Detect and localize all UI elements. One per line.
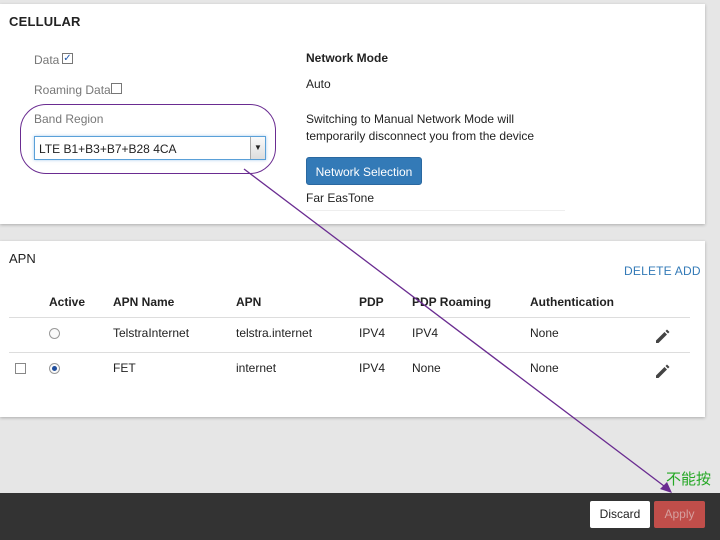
cell-pdp-roaming: IPV4 [412, 326, 439, 340]
column-header-authentication: Authentication [530, 295, 614, 309]
cell-pdp: IPV4 [359, 361, 386, 375]
cell-pdp-roaming: None [412, 361, 441, 375]
switch-note-line1: Switching to Manual Network Mode will [306, 112, 515, 126]
active-radio[interactable] [49, 363, 60, 374]
cell-authentication: None [530, 326, 559, 340]
cellular-title: CELLULAR [9, 14, 81, 29]
apn-title: APN [9, 251, 36, 266]
add-link[interactable]: ADD [675, 264, 701, 278]
data-label: Data [34, 53, 60, 67]
data-checkbox[interactable]: ✓ [62, 53, 73, 64]
cell-apn: internet [236, 361, 277, 375]
cell-apn: telstra.internet [236, 326, 313, 340]
roaming-data-checkbox[interactable] [111, 83, 122, 94]
roaming-data-label: Roaming Data [34, 83, 111, 97]
checkmark-icon: ✓ [63, 53, 72, 64]
column-header-pdp: PDP [359, 295, 384, 309]
operator-divider [306, 210, 565, 211]
apn-actions: DELETE ADD [624, 264, 701, 278]
annotation-oval [20, 104, 276, 174]
column-header-active: Active [49, 295, 86, 309]
pencil-icon[interactable] [654, 362, 672, 380]
apply-button[interactable]: Apply [654, 501, 705, 528]
column-header-pdp-roaming: PDP Roaming [412, 295, 492, 309]
switch-note-line2: temporarily disconnect you from the devi… [306, 129, 535, 143]
cell-pdp: IPV4 [359, 326, 386, 340]
annotation-note: 不能按 [666, 471, 712, 488]
cell-apn-name: TelstraInternet [113, 326, 190, 340]
pencil-icon[interactable] [654, 327, 672, 345]
operator-name: Far EasTone [306, 191, 375, 205]
cell-apn-name: FET [113, 361, 136, 375]
network-mode-title: Network Mode [306, 51, 389, 65]
footer-bar: Discard Apply [0, 493, 720, 540]
apn-card: APN DELETE ADD Active APN Name APN PDP P… [0, 241, 705, 417]
network-selection-button[interactable]: Network Selection [306, 157, 422, 185]
cell-authentication: None [530, 361, 559, 375]
discard-button[interactable]: Discard [590, 501, 650, 528]
table-row-divider [9, 352, 690, 353]
network-mode-value: Auto [306, 77, 331, 91]
active-radio[interactable] [49, 328, 60, 339]
row-select-checkbox[interactable] [15, 363, 26, 374]
column-header-apn: APN [236, 295, 262, 309]
table-header-divider [9, 317, 690, 318]
column-header-apn-name: APN Name [113, 295, 175, 309]
delete-link[interactable]: DELETE [624, 264, 672, 278]
